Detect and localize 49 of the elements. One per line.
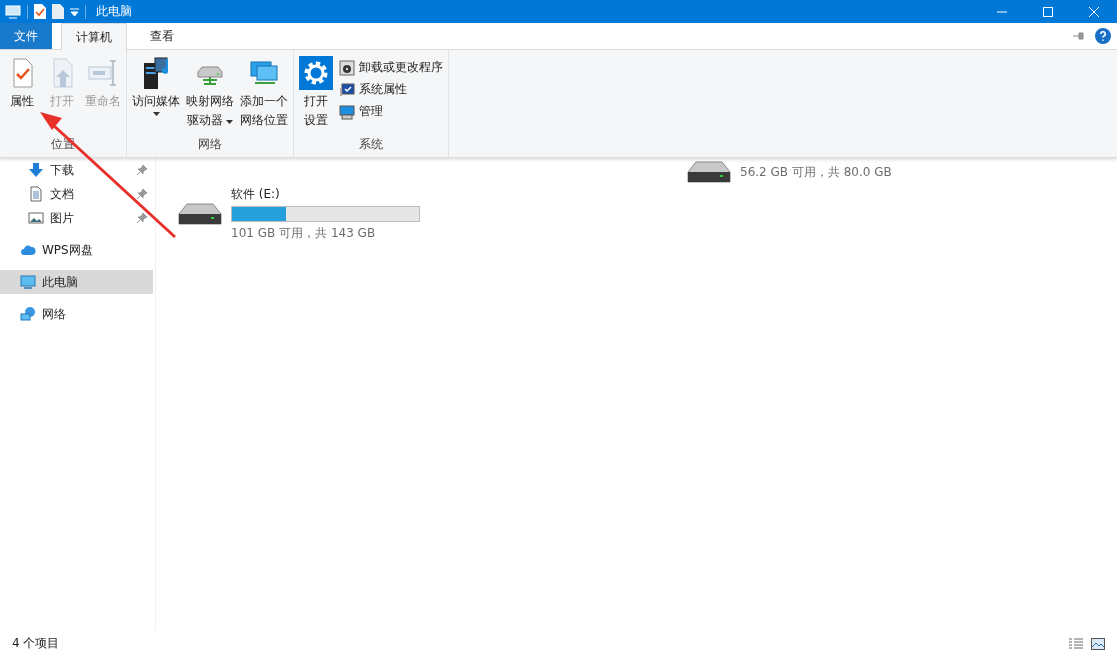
network-globe-icon (20, 306, 36, 322)
maximize-icon (1043, 6, 1053, 17)
pin-icon[interactable] (1073, 32, 1085, 40)
nav-item[interactable]: 图片 (0, 206, 153, 230)
computer-management-icon (339, 103, 355, 120)
group-label: 系统 (359, 136, 383, 153)
hard-drive-icon (177, 202, 223, 226)
close-icon (1089, 6, 1099, 17)
monitor-check-icon (339, 81, 355, 98)
nav-label: 图片 (50, 209, 74, 227)
page-icon[interactable] (52, 4, 64, 19)
drive-free-space: 101 GB 可用，共 143 GB (231, 225, 377, 242)
file-menu-tab[interactable]: 文件 (0, 23, 52, 49)
window-title: 此电脑 (96, 3, 132, 20)
large-icons-view-icon[interactable] (1091, 637, 1105, 650)
nav-item[interactable]: 文档 (0, 182, 153, 206)
nav-item[interactable]: 网络 (0, 302, 153, 326)
disc-box-icon (339, 59, 355, 76)
hard-drive-icon (686, 160, 732, 184)
nav-item[interactable]: 此电脑 (0, 270, 153, 294)
document-icon (28, 186, 44, 202)
ribbon-button[interactable]: 属性 (3, 54, 41, 135)
dropdown-icon[interactable] (70, 7, 79, 16)
ribbon-button[interactable]: 打开 设置 (297, 54, 335, 135)
ribbon-small-button[interactable]: 卸载或更改程序 (337, 58, 445, 77)
drive-name: 软件 (E:) (231, 186, 281, 203)
monitor-icon (20, 274, 36, 290)
ribbon-small-button[interactable]: 系统属性 (337, 80, 445, 99)
nav-label: 下载 (50, 161, 74, 179)
settings-icon (299, 56, 333, 90)
drive-free-space: 56.2 GB 可用，共 80.0 GB (740, 163, 892, 181)
help-icon[interactable] (1095, 28, 1111, 44)
down-arrow-icon (28, 162, 44, 178)
nav-label: WPS网盘 (42, 241, 93, 259)
nav-label: 此电脑 (42, 273, 78, 291)
nav-item[interactable]: WPS网盘 (0, 238, 153, 262)
ribbon-button[interactable]: 映射网络 驱动器 (184, 54, 236, 135)
item-count: 4 个项目 (12, 635, 60, 652)
nav-item[interactable]: 下载 (0, 158, 153, 182)
checklist-page-icon[interactable] (34, 4, 46, 19)
nav-label: 文档 (50, 185, 74, 203)
nav-label: 网络 (42, 305, 66, 323)
group-label: 网络 (198, 136, 222, 153)
image-icon (28, 210, 44, 226)
ribbon-button[interactable]: 访问媒体 (130, 54, 182, 135)
ribbon-button[interactable]: 添加一个 网络位置 (238, 54, 290, 135)
monitor-icon (5, 4, 21, 19)
ribbon-small-button[interactable]: 管理 (337, 102, 445, 121)
ribbon-tab[interactable]: 计算机 (61, 23, 127, 50)
